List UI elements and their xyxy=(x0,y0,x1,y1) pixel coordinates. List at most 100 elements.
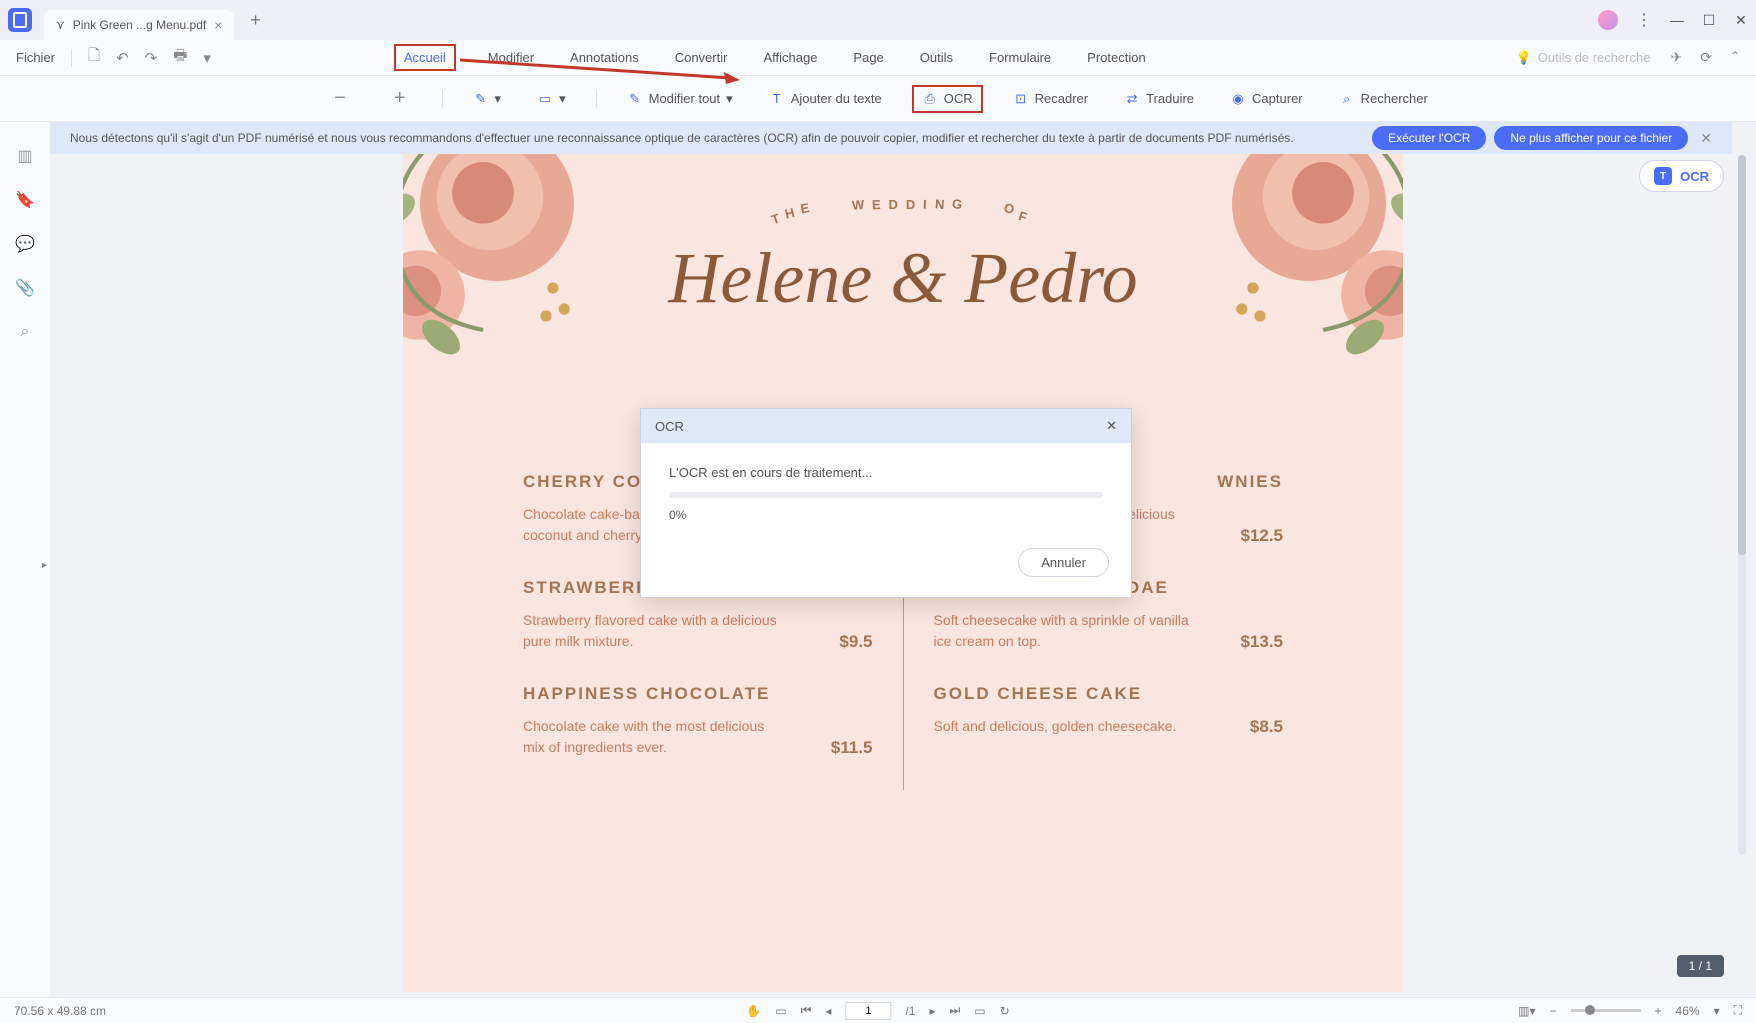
zoom-in-status-icon[interactable]: + xyxy=(1655,1004,1662,1018)
dialog-header: OCR ✕ xyxy=(641,409,1131,443)
thumbnails-icon[interactable]: ▥ xyxy=(15,146,35,166)
save-icon[interactable]: 🗋 xyxy=(88,45,100,70)
prev-page-icon[interactable]: ◂ xyxy=(825,1004,831,1018)
tab-title: Pink Green ...g Menu.pdf xyxy=(73,18,206,32)
zoom-in-button[interactable]: + xyxy=(382,87,418,110)
banner-text: Nous détectons qu'il s'agit d'un PDF num… xyxy=(70,131,1294,145)
menu-accueil[interactable]: Accueil xyxy=(394,44,456,71)
maximize-button[interactable]: ☐ xyxy=(1702,13,1716,27)
dish-price: $12.5 xyxy=(1240,526,1283,546)
menu-outils[interactable]: Outils xyxy=(916,44,957,71)
menu-annotations[interactable]: Annotations xyxy=(566,44,643,71)
search-tools[interactable]: 💡 Outils de recherche xyxy=(1516,50,1651,66)
dish-price: $8.5 xyxy=(1250,717,1283,737)
add-tab-button[interactable]: + xyxy=(250,10,261,31)
shape-tool[interactable]: ▭▾ xyxy=(531,87,572,111)
view-mode-icon[interactable]: ▥▾ xyxy=(1518,1004,1535,1018)
search-tool[interactable]: ⌕Rechercher xyxy=(1333,87,1434,111)
send-icon[interactable]: ✈ xyxy=(1670,49,1682,66)
close-banner-icon[interactable]: ✕ xyxy=(1700,130,1712,147)
page-total: /1 xyxy=(905,1004,915,1018)
dismiss-banner-button[interactable]: Ne plus afficher pour ce fichier xyxy=(1494,126,1688,150)
tool-label: Rechercher xyxy=(1361,91,1428,106)
next-page-icon[interactable]: ▸ xyxy=(929,1004,935,1018)
crop-tool[interactable]: ⊡Recadrer xyxy=(1007,87,1094,111)
heading-arc: THE WEDDING OF xyxy=(403,197,1403,212)
document-tab[interactable]: ⋎ Pink Green ...g Menu.pdf × xyxy=(44,10,234,40)
more-quick-icon[interactable]: ▾ xyxy=(203,49,211,67)
menu-protection[interactable]: Protection xyxy=(1083,44,1150,71)
dish-item: GOLD CHEESE CAKESoft and delicious, gold… xyxy=(934,684,1284,737)
divider xyxy=(71,49,72,67)
search-rail-icon[interactable]: ⌕ xyxy=(15,322,35,342)
fit-page-icon[interactable]: ⛶ xyxy=(1734,1003,1742,1018)
redo-icon[interactable]: ↷ xyxy=(145,49,158,67)
menu-formulaire[interactable]: Formulaire xyxy=(985,44,1055,71)
attachment-icon[interactable]: 📎 xyxy=(15,278,35,298)
dish-desc: Strawberry flavored cake with a deliciou… xyxy=(523,610,783,652)
cancel-button[interactable]: Annuler xyxy=(1018,548,1109,577)
menu-modifier[interactable]: Modifier xyxy=(484,44,538,71)
select-tool-icon[interactable]: ▭ xyxy=(775,1004,786,1018)
couple-names: Helene & Pedro xyxy=(403,237,1403,320)
translate-tool[interactable]: ⇄ Traduire xyxy=(1118,87,1200,111)
zoom-slider[interactable] xyxy=(1571,1009,1641,1012)
ocr-badge[interactable]: T OCR xyxy=(1639,160,1724,192)
edit-all-tool[interactable]: ✎Modifier tout▾ xyxy=(621,87,739,111)
ocr-badge-icon: T xyxy=(1654,167,1672,185)
text-icon: T xyxy=(769,91,785,107)
app-icon xyxy=(8,8,32,32)
tool-label: Recadrer xyxy=(1035,91,1088,106)
zoom-dropdown-icon[interactable]: ▾ xyxy=(1714,1004,1720,1018)
add-text-tool[interactable]: TAjouter du texte xyxy=(763,87,888,111)
last-page-icon[interactable]: ⏭ xyxy=(949,1003,960,1018)
dish-price: $11.5 xyxy=(831,738,873,758)
minimize-button[interactable]: — xyxy=(1670,13,1684,27)
pencil-icon: ✎ xyxy=(627,91,643,107)
ocr-banner: Nous détectons qu'il s'agit d'un PDF num… xyxy=(50,122,1732,154)
divider xyxy=(596,90,597,108)
menu-convertir[interactable]: Convertir xyxy=(671,44,732,71)
dish-price: $9.5 xyxy=(839,632,872,652)
comment-icon[interactable]: 💬 xyxy=(15,234,35,254)
kebab-menu-icon[interactable]: ⋮ xyxy=(1636,10,1652,30)
tool-label: Modifier tout xyxy=(649,91,721,106)
close-dialog-icon[interactable]: ✕ xyxy=(1106,418,1117,434)
zoom-out-status-icon[interactable]: − xyxy=(1550,1004,1557,1018)
zoom-out-button[interactable]: − xyxy=(322,87,358,110)
close-window-button[interactable]: ✕ xyxy=(1734,13,1748,27)
ocr-tool[interactable]: ⎙OCR xyxy=(912,85,983,113)
dialog-title: OCR xyxy=(655,419,684,434)
highlighter-tool[interactable]: ✎▾ xyxy=(467,87,508,111)
toolbar: − + ✎▾ ▭▾ ✎ Modifier tout ▾ TAjouter du te… xyxy=(0,76,1756,122)
ocr-badge-label: OCR xyxy=(1680,169,1709,184)
ocr-dialog: OCR ✕ L'OCR est en cours de traitement..… xyxy=(640,408,1132,598)
menu-page[interactable]: Page xyxy=(849,44,887,71)
run-ocr-button[interactable]: Exécuter l'OCR xyxy=(1372,126,1486,150)
collapse-ribbon-icon[interactable]: ⌃ xyxy=(1730,49,1740,66)
bookmark-icon[interactable]: 🔖 xyxy=(15,190,35,210)
zoom-percent: 46% xyxy=(1676,1004,1700,1018)
highlighter-icon: ✎ xyxy=(473,91,489,107)
sync-icon[interactable]: ⟳ xyxy=(1700,49,1712,66)
user-avatar[interactable] xyxy=(1598,10,1618,30)
translate-icon: ⇄ xyxy=(1124,91,1140,107)
rotate-icon[interactable]: ↻ xyxy=(1000,1004,1010,1018)
file-menu[interactable]: Fichier xyxy=(16,50,55,65)
read-mode-icon[interactable]: ▭ xyxy=(974,1004,985,1018)
camera-icon: ◉ xyxy=(1230,91,1246,107)
close-tab-icon[interactable]: × xyxy=(214,17,222,33)
expand-left-icon[interactable]: ▸ xyxy=(42,560,47,571)
print-icon[interactable]: 🖶 xyxy=(173,45,187,70)
tool-label: Traduire xyxy=(1146,91,1194,106)
vertical-scrollbar[interactable] xyxy=(1738,155,1746,855)
undo-icon[interactable]: ↶ xyxy=(116,49,129,67)
page-input[interactable] xyxy=(845,1002,891,1020)
menu-affichage[interactable]: Affichage xyxy=(759,44,821,71)
capture-tool[interactable]: ◉Capturer xyxy=(1224,87,1309,111)
dropdown-icon: ▾ xyxy=(495,91,502,107)
tab-favicon: ⋎ xyxy=(56,18,65,32)
hand-tool-icon[interactable]: ✋ xyxy=(746,1004,761,1018)
rectangle-icon: ▭ xyxy=(537,91,553,107)
first-page-icon[interactable]: ⏮ xyxy=(801,1003,812,1018)
